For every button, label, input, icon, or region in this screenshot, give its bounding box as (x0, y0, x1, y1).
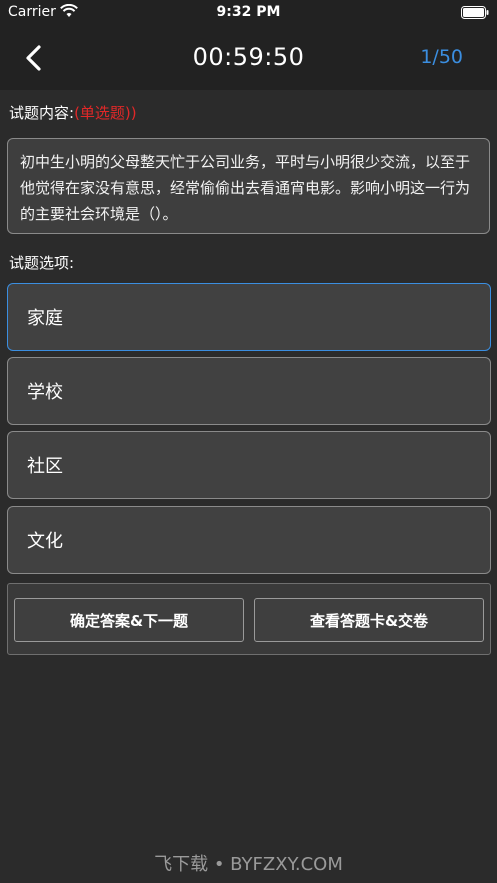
question-type: (单选题)) (74, 104, 137, 122)
option-b[interactable]: 学校 (7, 357, 491, 425)
exam-screen: Carrier 9:32 PM 00:59:50 1/50 试题内容:(单选题)… (0, 0, 497, 883)
option-label: 社区 (27, 456, 63, 477)
option-c[interactable]: 社区 (7, 431, 491, 499)
confirm-next-button[interactable]: 确定答案&下一题 (14, 598, 244, 642)
answer-card-submit-button[interactable]: 查看答题卡&交卷 (254, 598, 484, 642)
nav-bar: 00:59:50 1/50 (0, 26, 497, 90)
option-label: 学校 (27, 382, 63, 403)
question-label-row: 试题内容:(单选题)) (9, 102, 137, 123)
question-label: 试题内容: (9, 104, 75, 122)
question-text: 初中生小明的父母整天忙于公司业务，平时与小明很少交流，以至于他觉得在家没有意思，… (7, 138, 490, 234)
options-label: 试题选项: (9, 254, 75, 272)
battery-icon (461, 6, 489, 19)
watermark: 飞下载 • BYFZXY.COM (154, 854, 343, 875)
question-progress[interactable]: 1/50 (420, 46, 463, 68)
action-panel: 确定答案&下一题 查看答题卡&交卷 (7, 583, 491, 655)
option-a[interactable]: 家庭 (7, 283, 491, 351)
status-time: 9:32 PM (216, 4, 281, 20)
option-d[interactable]: 文化 (7, 506, 491, 574)
option-label: 家庭 (27, 308, 63, 329)
status-bar: Carrier 9:32 PM (0, 0, 497, 26)
option-label: 文化 (27, 531, 63, 552)
